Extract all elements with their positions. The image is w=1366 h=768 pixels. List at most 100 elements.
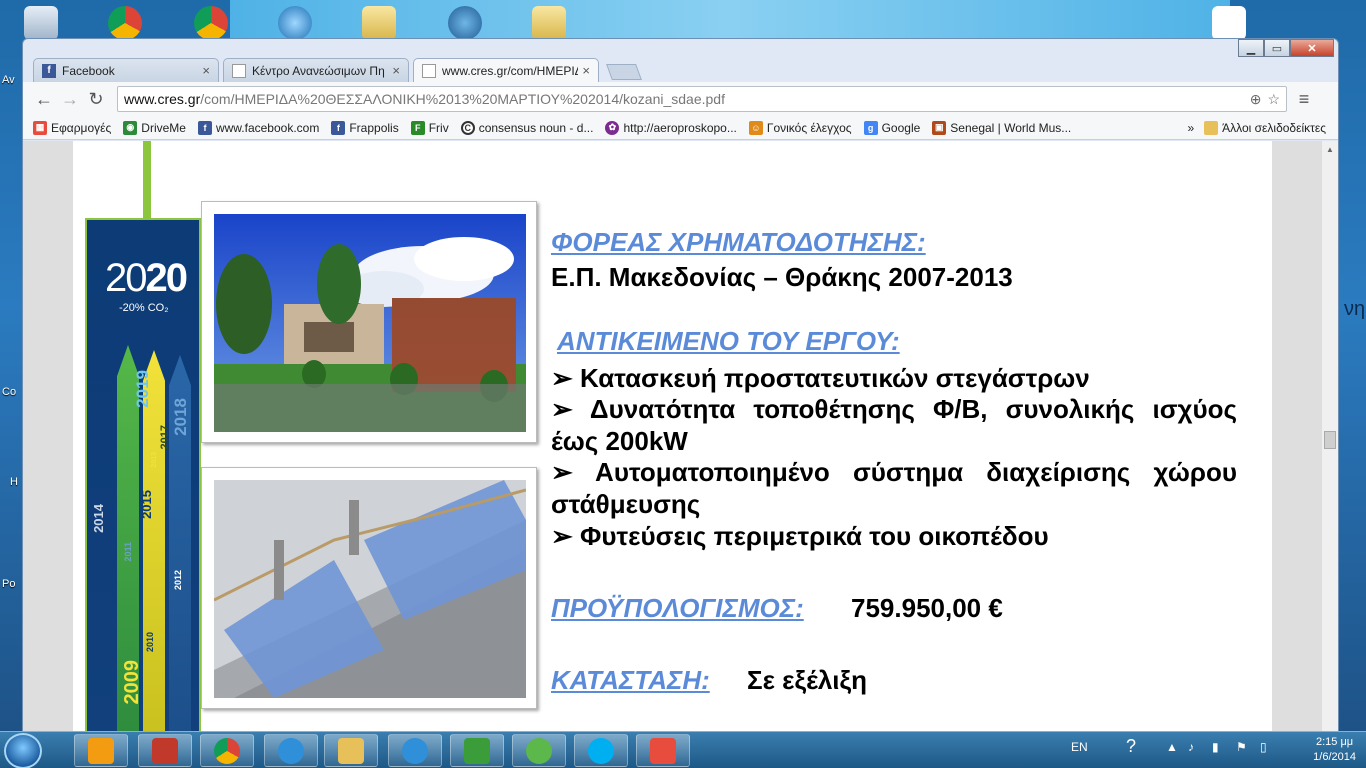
address-bar[interactable]: www.cres.gr /com/ΗΜΕΡΙΔΑ%20ΘΕΣΣΑΛΟΝΙΚΗ%2… bbox=[117, 86, 1287, 112]
clock[interactable]: 2:15 μμ 1/6/2014 bbox=[1313, 735, 1356, 765]
toolbar: ← → ↻ www.cres.gr /com/ΗΜΕΡΙΔΑ%20ΘΕΣΣΑΛΟ… bbox=[23, 82, 1338, 116]
bullet-marker-icon: ➢ bbox=[551, 521, 573, 551]
bookmark-driveme[interactable]: ◉ DriveMe bbox=[123, 120, 186, 135]
timeline-year: 2018 bbox=[171, 398, 190, 436]
chrome-desktop-icon[interactable] bbox=[108, 6, 142, 40]
bs-desktop-icon[interactable] bbox=[448, 6, 482, 40]
pdf-page: 2020 -20% CO₂ 2019 2018 2017 2015 2014 2… bbox=[73, 141, 1272, 731]
recycle-bin-icon[interactable] bbox=[24, 6, 58, 40]
bookmark-apps[interactable]: ▦ Εφαρμογές bbox=[33, 120, 111, 135]
help-icon[interactable]: ? bbox=[1126, 736, 1136, 757]
tab-pdf[interactable]: www.cres.gr/com/ΗΜΕΡΙΔ × bbox=[413, 58, 599, 82]
taskbar-acrobat[interactable] bbox=[138, 734, 192, 767]
tab-label: www.cres.gr/com/ΗΜΕΡΙΔ bbox=[442, 63, 579, 78]
timeline-year: 2014 bbox=[91, 504, 106, 533]
tab-close-icon[interactable]: × bbox=[202, 63, 210, 78]
shelter-render-photo bbox=[201, 467, 537, 709]
document-icon bbox=[422, 63, 436, 78]
close-window-button[interactable]: ✕ bbox=[1290, 39, 1334, 57]
taskbar-skype[interactable] bbox=[574, 734, 628, 767]
budget-heading: ΠΡΟΫΠΟΛΟΓΙΣΜΟΣ: bbox=[551, 593, 804, 623]
chrome-icon bbox=[214, 737, 240, 764]
zoom-icon[interactable]: ⊕ bbox=[1250, 91, 1262, 108]
bookmarks-more-icon[interactable]: » bbox=[1187, 121, 1194, 135]
vertical-scrollbar[interactable]: ▲ bbox=[1321, 141, 1338, 731]
bookmark-aeroproskopos[interactable]: ✿ http://aeroproskopo... bbox=[605, 120, 737, 135]
timeline-year: 2010 bbox=[145, 632, 155, 653]
taskbar-ie-2[interactable] bbox=[388, 734, 442, 767]
user-desktop-icon[interactable] bbox=[1212, 6, 1246, 40]
scroll-thumb[interactable] bbox=[1324, 431, 1336, 449]
app-icon bbox=[650, 737, 676, 764]
folder-desktop-icon[interactable] bbox=[362, 6, 396, 40]
reload-icon[interactable]: ↻ bbox=[83, 86, 109, 112]
new-tab-button[interactable] bbox=[606, 64, 642, 80]
acrobat-icon bbox=[152, 737, 178, 764]
tab-facebook[interactable]: f Facebook × bbox=[33, 58, 219, 82]
aeroproskopos-icon: ✿ bbox=[605, 120, 620, 135]
shelter-render-image bbox=[213, 480, 527, 698]
timeline-year: 2017 bbox=[159, 425, 171, 450]
facebook-icon: f bbox=[197, 120, 212, 135]
bookmark-parental[interactable]: ☺ Γονικός έλεγχος bbox=[748, 120, 852, 135]
taskbar-ie[interactable] bbox=[264, 734, 318, 767]
desktop-label-1: Av bbox=[2, 74, 15, 86]
desktop-label-2: Co bbox=[2, 386, 17, 398]
start-button[interactable] bbox=[4, 733, 42, 768]
clock-date: 1/6/2014 bbox=[1313, 751, 1356, 763]
taskbar-utorrent[interactable] bbox=[512, 734, 566, 767]
bookmark-friv[interactable]: F Friv bbox=[410, 120, 449, 135]
chrome-menu-icon[interactable]: ≡ bbox=[1291, 89, 1317, 110]
bookmark-frappolis[interactable]: f Frappolis bbox=[331, 120, 399, 135]
other-bookmarks[interactable]: Άλλοι σελιδοδείκτες bbox=[1204, 120, 1326, 135]
status-value: Σε εξέλιξη bbox=[747, 665, 867, 695]
battery-icon[interactable]: ▯ bbox=[1260, 740, 1267, 754]
minimize-button[interactable]: ▁ bbox=[1238, 39, 1264, 57]
bullet-item: ➢ Δυνατότητα τοποθέτησης Φ/Β, συνολικής … bbox=[551, 394, 1237, 456]
bookmark-label: Γονικός έλεγχος bbox=[766, 120, 852, 135]
apps-icon: ▦ bbox=[33, 120, 47, 135]
forward-icon[interactable]: → bbox=[57, 86, 83, 112]
utorrent-icon bbox=[526, 737, 552, 764]
tab-close-icon[interactable]: × bbox=[392, 63, 400, 78]
bookmark-consensus[interactable]: Cconsensus noun - d... bbox=[460, 120, 594, 135]
network-icon[interactable]: ▮ bbox=[1212, 740, 1219, 754]
funding-text: Ε.Π. Μακεδονίας – Θράκης 2007-2013 bbox=[551, 262, 1013, 292]
url-host: www.cres.gr bbox=[124, 91, 201, 107]
flag-icon[interactable]: ⚑ bbox=[1236, 740, 1247, 754]
language-indicator[interactable]: EN bbox=[1071, 740, 1088, 754]
timeline-banner: 2020 -20% CO₂ 2019 2018 2017 2015 2014 2… bbox=[85, 218, 201, 731]
bullet-marker-icon: ➢ bbox=[551, 363, 573, 393]
chrome-desktop-icon-2[interactable] bbox=[194, 6, 228, 40]
taskbar-explorer[interactable] bbox=[324, 734, 378, 767]
taskbar-remote-desktop[interactable] bbox=[450, 734, 504, 767]
bookmark-label: consensus noun - d... bbox=[478, 120, 594, 135]
back-icon[interactable]: ← bbox=[31, 86, 57, 112]
bookmark-star-icon[interactable]: ☆ bbox=[1267, 91, 1280, 108]
omnibox-icons: ⊕ ☆ bbox=[1250, 91, 1286, 108]
scroll-up-icon[interactable]: ▲ bbox=[1326, 145, 1334, 154]
bookmark-facebook[interactable]: f www.facebook.com bbox=[197, 120, 319, 135]
internet-explorer-icon bbox=[278, 737, 304, 764]
show-hidden-icons[interactable]: ▲ bbox=[1166, 740, 1178, 754]
itunes-desktop-icon[interactable] bbox=[278, 6, 312, 40]
window-controls: ▁ ▭ ✕ bbox=[1238, 39, 1334, 57]
taskbar-app[interactable] bbox=[636, 734, 690, 767]
taskbar-media-player[interactable] bbox=[74, 734, 128, 767]
folder-desktop-icon-2[interactable] bbox=[532, 6, 566, 40]
bookmark-senegal[interactable]: ▣ Senegal | World Mus... bbox=[932, 120, 1071, 135]
driveme-icon: ◉ bbox=[123, 120, 138, 135]
maximize-button[interactable]: ▭ bbox=[1264, 39, 1290, 57]
bullet-item: ➢ Φυτεύσεις περιμετρικά του οικοπέδου bbox=[551, 521, 1049, 551]
timeline-year: 2012 bbox=[173, 570, 183, 591]
tab-close-icon[interactable]: × bbox=[582, 63, 590, 78]
budget-value: 759.950,00 € bbox=[851, 593, 1003, 623]
tab-strip: f Facebook × Κέντρο Ανανεώσιμων Πη × www… bbox=[33, 58, 642, 82]
bookmark-google[interactable]: g Google bbox=[863, 120, 920, 135]
folder-icon bbox=[338, 737, 364, 764]
tab-cres[interactable]: Κέντρο Ανανεώσιμων Πη × bbox=[223, 58, 409, 82]
taskbar-chrome[interactable] bbox=[200, 734, 254, 767]
volume-icon[interactable]: ♪ bbox=[1188, 740, 1194, 754]
bullet-marker-icon: ➢ bbox=[551, 394, 573, 424]
document-icon bbox=[232, 63, 246, 78]
